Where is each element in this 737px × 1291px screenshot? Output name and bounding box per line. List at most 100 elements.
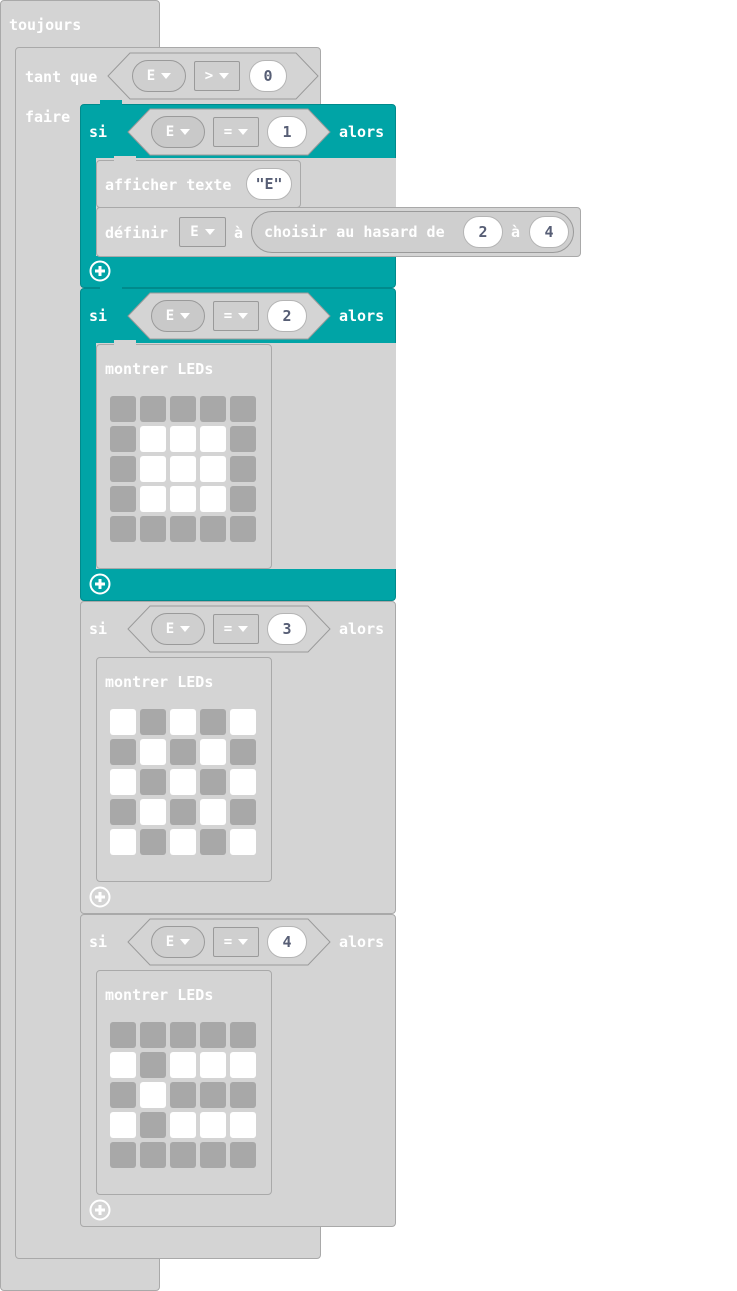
led-cell[interactable] <box>200 769 226 795</box>
plus-circle-icon[interactable] <box>89 573 111 595</box>
led-cell[interactable] <box>140 739 166 765</box>
led-cell[interactable] <box>200 1112 226 1138</box>
if1-variable-dropdown[interactable]: E <box>151 116 205 148</box>
led-cell[interactable] <box>200 516 226 542</box>
led-cell[interactable] <box>230 1142 256 1168</box>
led-cell[interactable] <box>170 709 196 735</box>
show-string-text-input[interactable]: "E" <box>246 168 292 200</box>
led-cell[interactable] <box>230 486 256 512</box>
led-cell[interactable] <box>110 1052 136 1078</box>
if3-value-input[interactable]: 3 <box>267 613 307 645</box>
if2-value-input[interactable]: 2 <box>267 300 307 332</box>
plus-circle-icon[interactable] <box>89 260 111 282</box>
led-cell[interactable] <box>200 486 226 512</box>
led-cell[interactable] <box>110 799 136 825</box>
led-cell[interactable] <box>200 739 226 765</box>
while-variable-dropdown[interactable]: E <box>132 60 186 92</box>
led-cell[interactable] <box>110 1082 136 1108</box>
random-from-input[interactable]: 2 <box>463 216 503 248</box>
led-cell[interactable] <box>110 486 136 512</box>
led-cell[interactable] <box>170 456 196 482</box>
led-cell[interactable] <box>230 396 256 422</box>
random-to-input[interactable]: 4 <box>529 216 569 248</box>
if4-operator-dropdown[interactable]: = <box>213 927 259 957</box>
if1-operator-dropdown[interactable]: = <box>213 117 259 147</box>
led-cell[interactable] <box>110 829 136 855</box>
if4-variable-dropdown[interactable]: E <box>151 926 205 958</box>
led-cell[interactable] <box>110 739 136 765</box>
led-cell[interactable] <box>170 769 196 795</box>
if3-operator-dropdown[interactable]: = <box>213 614 259 644</box>
led-cell[interactable] <box>140 486 166 512</box>
led-cell[interactable] <box>230 516 256 542</box>
led-cell[interactable] <box>200 829 226 855</box>
led-cell[interactable] <box>200 396 226 422</box>
led-cell[interactable] <box>110 516 136 542</box>
led-cell[interactable] <box>230 1082 256 1108</box>
led-cell[interactable] <box>170 1082 196 1108</box>
led-cell[interactable] <box>140 709 166 735</box>
led-cell[interactable] <box>170 396 196 422</box>
led-cell[interactable] <box>140 1112 166 1138</box>
while-operator-dropdown[interactable]: > <box>194 61 240 91</box>
led-cell[interactable] <box>170 1142 196 1168</box>
led-cell[interactable] <box>200 1052 226 1078</box>
led-cell[interactable] <box>200 799 226 825</box>
led-cell[interactable] <box>200 1082 226 1108</box>
led-cell[interactable] <box>140 426 166 452</box>
if2-operator-dropdown[interactable]: = <box>213 301 259 331</box>
led-cell[interactable] <box>230 1022 256 1048</box>
plus-circle-icon[interactable] <box>89 1199 111 1221</box>
led-cell[interactable] <box>230 456 256 482</box>
led-cell[interactable] <box>110 396 136 422</box>
led-cell[interactable] <box>200 1142 226 1168</box>
led-cell[interactable] <box>170 829 196 855</box>
while-value-input[interactable]: 0 <box>249 60 287 92</box>
led-cell[interactable] <box>200 456 226 482</box>
led-cell[interactable] <box>170 426 196 452</box>
if1-value-input[interactable]: 1 <box>267 116 307 148</box>
led-cell[interactable] <box>110 426 136 452</box>
plus-circle-icon[interactable] <box>89 886 111 908</box>
random-block[interactable]: choisir au hasard de <box>251 211 574 253</box>
led-cell[interactable] <box>230 1112 256 1138</box>
led-cell[interactable] <box>170 1112 196 1138</box>
led-cell[interactable] <box>140 516 166 542</box>
led-cell[interactable] <box>230 799 256 825</box>
led-cell[interactable] <box>110 709 136 735</box>
led-cell[interactable] <box>110 769 136 795</box>
led-cell[interactable] <box>170 486 196 512</box>
led-cell[interactable] <box>200 1022 226 1048</box>
led-cell[interactable] <box>140 1082 166 1108</box>
led-cell[interactable] <box>230 1052 256 1078</box>
led-cell[interactable] <box>170 1052 196 1078</box>
led-cell[interactable] <box>140 829 166 855</box>
led-cell[interactable] <box>140 1022 166 1048</box>
led-cell[interactable] <box>110 1022 136 1048</box>
led-cell[interactable] <box>110 1142 136 1168</box>
led-cell[interactable] <box>110 456 136 482</box>
dropdown-arrow-icon <box>180 313 191 319</box>
led-cell[interactable] <box>200 709 226 735</box>
led-cell[interactable] <box>140 1052 166 1078</box>
led-cell[interactable] <box>110 1112 136 1138</box>
if3-variable-dropdown[interactable]: E <box>151 613 205 645</box>
led-cell[interactable] <box>170 516 196 542</box>
led-cell[interactable] <box>230 426 256 452</box>
led-cell[interactable] <box>140 769 166 795</box>
led-cell[interactable] <box>170 1022 196 1048</box>
led-cell[interactable] <box>140 1142 166 1168</box>
led-cell[interactable] <box>140 456 166 482</box>
if4-value-input[interactable]: 4 <box>267 926 307 958</box>
led-cell[interactable] <box>230 829 256 855</box>
led-cell[interactable] <box>140 396 166 422</box>
led-cell[interactable] <box>170 739 196 765</box>
led-cell[interactable] <box>140 799 166 825</box>
led-cell[interactable] <box>230 709 256 735</box>
set-variable-dropdown[interactable]: E <box>179 217 226 247</box>
led-cell[interactable] <box>170 799 196 825</box>
led-cell[interactable] <box>200 426 226 452</box>
led-cell[interactable] <box>230 739 256 765</box>
if2-variable-dropdown[interactable]: E <box>151 300 205 332</box>
led-cell[interactable] <box>230 769 256 795</box>
